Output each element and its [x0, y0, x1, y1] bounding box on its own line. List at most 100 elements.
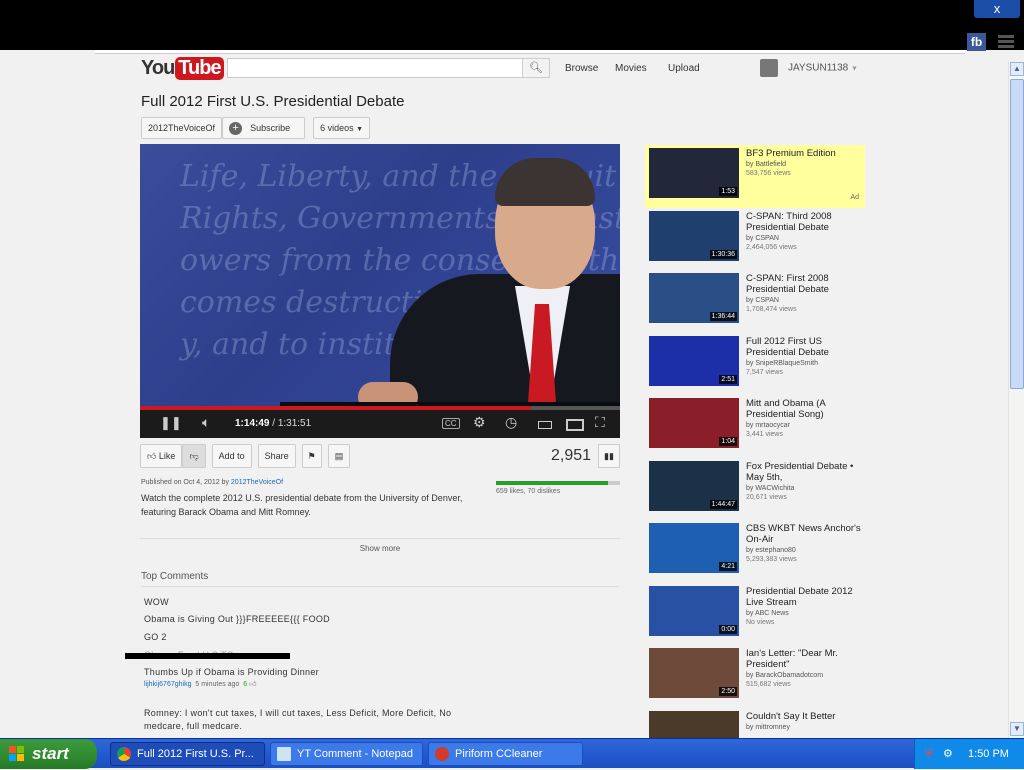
video-thumbnail[interactable]: 2:50	[649, 648, 739, 698]
notepad-icon	[277, 747, 291, 761]
video-item-title[interactable]: Couldn't Say It Better	[746, 711, 861, 722]
current-time: 1:14:49	[235, 418, 269, 429]
video-duration: 1:53	[719, 187, 737, 196]
comment-line: GO 2	[144, 632, 167, 642]
video-duration: 2:51	[719, 375, 737, 384]
like-button[interactable]: 👍︎ Like	[140, 444, 182, 468]
video-item-title[interactable]: Fox Presidential Debate • May 5th,	[746, 461, 861, 483]
related-video-item[interactable]: 1:36:44 C-SPAN: First 2008 Presidential D…	[645, 270, 865, 333]
video-item-views: 7,547 views	[746, 369, 861, 376]
thumbs-up-icon[interactable]: 👍︎	[249, 681, 256, 688]
video-item-channel: by CSPAN	[746, 297, 861, 304]
video-item-views: 583,756 views	[746, 170, 861, 177]
window-close-button[interactable]: x	[974, 0, 1020, 18]
logo-you: You	[141, 57, 174, 79]
published-channel-link[interactable]: 2012TheVoiceOf	[231, 479, 283, 486]
top-comments-heading: Top Comments	[141, 571, 619, 587]
related-video-item[interactable]: 2:51 Full 2012 First US Presidential Deba…	[645, 333, 865, 396]
video-item-channel: by CSPAN	[746, 235, 861, 242]
gear-icon[interactable]: ⚙	[473, 414, 486, 431]
video-thumbnail[interactable]: 0:00	[649, 586, 739, 636]
videos-dropdown[interactable]: 6 videos ▼	[313, 117, 370, 139]
network-icon[interactable]: ⚙	[943, 739, 953, 769]
add-to-button[interactable]: Add to	[212, 444, 252, 468]
show-more-button[interactable]: Show more	[140, 538, 620, 553]
video-thumbnail[interactable]: 1:53	[649, 148, 739, 198]
taskbar-item-notepad[interactable]: YT Comment - Notepad	[270, 742, 423, 766]
large-player-icon[interactable]	[566, 419, 584, 431]
related-video-item[interactable]: 1:44:47 Fox Presidential Debate • May 5th…	[645, 458, 865, 521]
related-video-item[interactable]: 4:21CBS WKBT News Anchor's On-Airby este…	[645, 520, 865, 583]
small-player-icon[interactable]	[538, 421, 552, 429]
video-duration: 1:36:44	[710, 312, 737, 321]
video-title: Full 2012 First U.S. Presidential Debate	[141, 93, 404, 110]
video-item-title[interactable]: Full 2012 First US Presidential Debate	[746, 336, 861, 358]
scroll-down-arrow-icon[interactable]: ▼	[1010, 722, 1024, 736]
stats-icon[interactable]: ▮▮	[598, 444, 620, 468]
watch-later-icon[interactable]: ◷	[505, 414, 517, 431]
browser-menu-icon[interactable]	[998, 35, 1014, 49]
closed-captions-button[interactable]: CC	[442, 418, 460, 429]
taskbar-item-ccleaner[interactable]: Piriform CCleaner	[428, 742, 583, 766]
avatar	[760, 59, 778, 77]
video-thumbnail[interactable]: 1:36:44	[649, 273, 739, 323]
video-item-title[interactable]: Mitt and Obama (A Presidential Song)	[746, 398, 861, 420]
channel-link[interactable]: 2012TheVoiceOf	[141, 117, 222, 139]
scroll-up-arrow-icon[interactable]: ▲	[1010, 62, 1024, 76]
related-video-item[interactable]: 2:50 Ian's Letter: "Dear Mr. President" by…	[645, 645, 865, 708]
volume-icon[interactable]: 🔈︎	[202, 414, 210, 431]
related-video-item[interactable]: 1:30:36 C-SPAN: Third 2008 Presidential D…	[645, 208, 865, 271]
video-item-channel: by BarackObamadotcom	[746, 672, 861, 679]
facebook-extension-icon[interactable]: fb	[967, 33, 986, 51]
speaker-suit	[390, 274, 620, 409]
nav-movies[interactable]: Movies	[615, 63, 647, 74]
video-duration: 4:21	[719, 562, 737, 571]
video-thumbnail[interactable]: 1:44:47	[649, 461, 739, 511]
video-thumbnail[interactable]: 4:21	[649, 523, 739, 573]
video-item-title[interactable]: C-SPAN: First 2008 Presidential Debate	[746, 273, 861, 295]
scrollbar-thumb[interactable]	[1010, 79, 1024, 389]
sidebar-ad-item[interactable]: 1:53 BF3 Premium Edition by Battlefield 583…	[645, 145, 865, 208]
dislike-button[interactable]: 👎︎	[182, 444, 205, 468]
flag-icon[interactable]: ⚑	[302, 444, 322, 468]
start-button[interactable]: start	[0, 739, 97, 769]
transcript-icon[interactable]: ▤	[328, 444, 351, 468]
video-controls: ❚❚ 🔈︎ 1:14:49 / 1:31:51 CC ⚙ ◷ ⛶	[140, 410, 620, 438]
page-scrollbar[interactable]: ▲ ▼	[1008, 62, 1024, 738]
start-label: start	[32, 744, 69, 763]
subscribe-button[interactable]: +Subscribe	[222, 117, 305, 139]
video-duration: 1:04	[719, 437, 737, 446]
video-duration: 1:44:47	[710, 500, 737, 509]
fullscreen-icon[interactable]: ⛶	[595, 414, 605, 431]
comment-author[interactable]: lijhkij6767ghikg	[144, 681, 191, 688]
video-thumbnail[interactable]: 1:30:36	[649, 211, 739, 261]
account-menu[interactable]: JAYSUN1138 ▼	[760, 59, 858, 77]
video-item-title[interactable]: BF3 Premium Edition	[746, 148, 861, 159]
video-thumbnail[interactable]: 1:04	[649, 398, 739, 448]
task-label: Piriform CCleaner	[455, 748, 542, 760]
comment-text: Thumbs Up if Obama is Providing Dinner	[144, 667, 319, 677]
search-button[interactable]: 🔍︎	[522, 58, 550, 78]
pause-icon[interactable]: ❚❚	[160, 415, 182, 431]
ccleaner-icon	[435, 747, 449, 761]
related-video-item[interactable]: 1:04 Mitt and Obama (A Presidential Song)…	[645, 395, 865, 458]
plus-icon: +	[229, 122, 242, 135]
nav-browse[interactable]: Browse	[565, 63, 598, 74]
video-item-title[interactable]: Ian's Letter: "Dear Mr. President"	[746, 648, 861, 670]
share-button[interactable]: Share	[258, 444, 296, 468]
video-thumbnail[interactable]: 2:51	[649, 336, 739, 386]
search-input[interactable]	[227, 58, 523, 78]
video-player[interactable]: Life, Liberty, and the pursuit of Rights…	[140, 144, 620, 409]
video-item-title[interactable]: C-SPAN: Third 2008 Presidential Debate	[746, 211, 861, 233]
video-item-title[interactable]: Presidential Debate 2012 Live Stream	[746, 586, 861, 608]
security-shield-icon[interactable]: ⛨	[925, 739, 933, 769]
youtube-logo[interactable]: YouTube	[141, 57, 224, 80]
related-videos: 1:53 BF3 Premium Edition by Battlefield 583…	[645, 145, 865, 770]
video-item-title[interactable]: CBS WKBT News Anchor's On-Air	[746, 523, 861, 545]
nav-upload[interactable]: Upload	[668, 63, 700, 74]
related-video-item[interactable]: 0:00 Presidential Debate 2012 Live Stream…	[645, 583, 865, 646]
browser-toolbar-edge	[95, 50, 965, 54]
video-item-channel: by Battlefield	[746, 161, 861, 168]
taskbar-item-chrome[interactable]: Full 2012 First U.S. Pr...	[110, 742, 265, 766]
likes-dislikes: 659 likes, 70 dislikes	[496, 488, 560, 495]
